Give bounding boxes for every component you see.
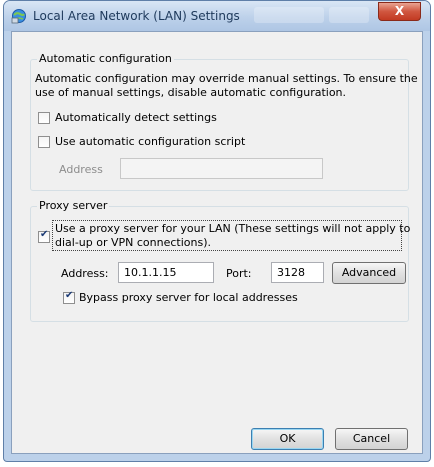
use-proxy-label-line1[interactable]: Use a proxy server for your LAN (These s… bbox=[55, 222, 410, 236]
use-proxy-checkbox[interactable] bbox=[38, 229, 50, 243]
auto-config-description-line1: Automatic configuration may override man… bbox=[35, 72, 418, 85]
proxy-port-input[interactable]: 3128 bbox=[271, 262, 324, 283]
bypass-local-checkbox[interactable] bbox=[63, 290, 75, 304]
advanced-button[interactable]: Advanced bbox=[332, 262, 406, 284]
ok-button[interactable]: OK bbox=[251, 428, 324, 450]
dialog-client-area: Automatic configuration Automatic config… bbox=[11, 31, 423, 454]
use-proxy-label-line2[interactable]: dial-up or VPN connections). bbox=[55, 236, 211, 250]
script-address-input[interactable] bbox=[120, 158, 323, 179]
bypass-local-label[interactable]: Bypass proxy server for local addresses bbox=[79, 291, 298, 305]
proxy-address-input[interactable]: 10.1.1.15 bbox=[118, 262, 214, 283]
use-config-script-checkbox[interactable] bbox=[38, 136, 50, 148]
background-tab-blur bbox=[329, 7, 369, 23]
cancel-button[interactable]: Cancel bbox=[335, 428, 408, 450]
proxy-server-legend: Proxy server bbox=[37, 199, 110, 212]
close-button[interactable]: X bbox=[378, 2, 421, 21]
script-address-label: Address bbox=[59, 163, 103, 176]
window-title: Local Area Network (LAN) Settings bbox=[33, 9, 240, 23]
auto-config-description-line2: use of manual settings, disable automati… bbox=[35, 86, 347, 99]
lan-settings-dialog: Local Area Network (LAN) Settings X Auto… bbox=[3, 0, 431, 462]
title-bar[interactable]: Local Area Network (LAN) Settings X bbox=[4, 1, 430, 31]
use-config-script-label[interactable]: Use automatic configuration script bbox=[55, 135, 245, 149]
network-icon bbox=[11, 9, 26, 24]
automatically-detect-checkbox[interactable] bbox=[38, 112, 50, 124]
automatic-configuration-legend: Automatic configuration bbox=[37, 52, 174, 65]
automatically-detect-label[interactable]: Automatically detect settings bbox=[55, 111, 217, 125]
proxy-port-label: Port: bbox=[226, 267, 252, 280]
background-tab-blur bbox=[254, 7, 324, 23]
proxy-address-label: Address: bbox=[61, 267, 109, 280]
